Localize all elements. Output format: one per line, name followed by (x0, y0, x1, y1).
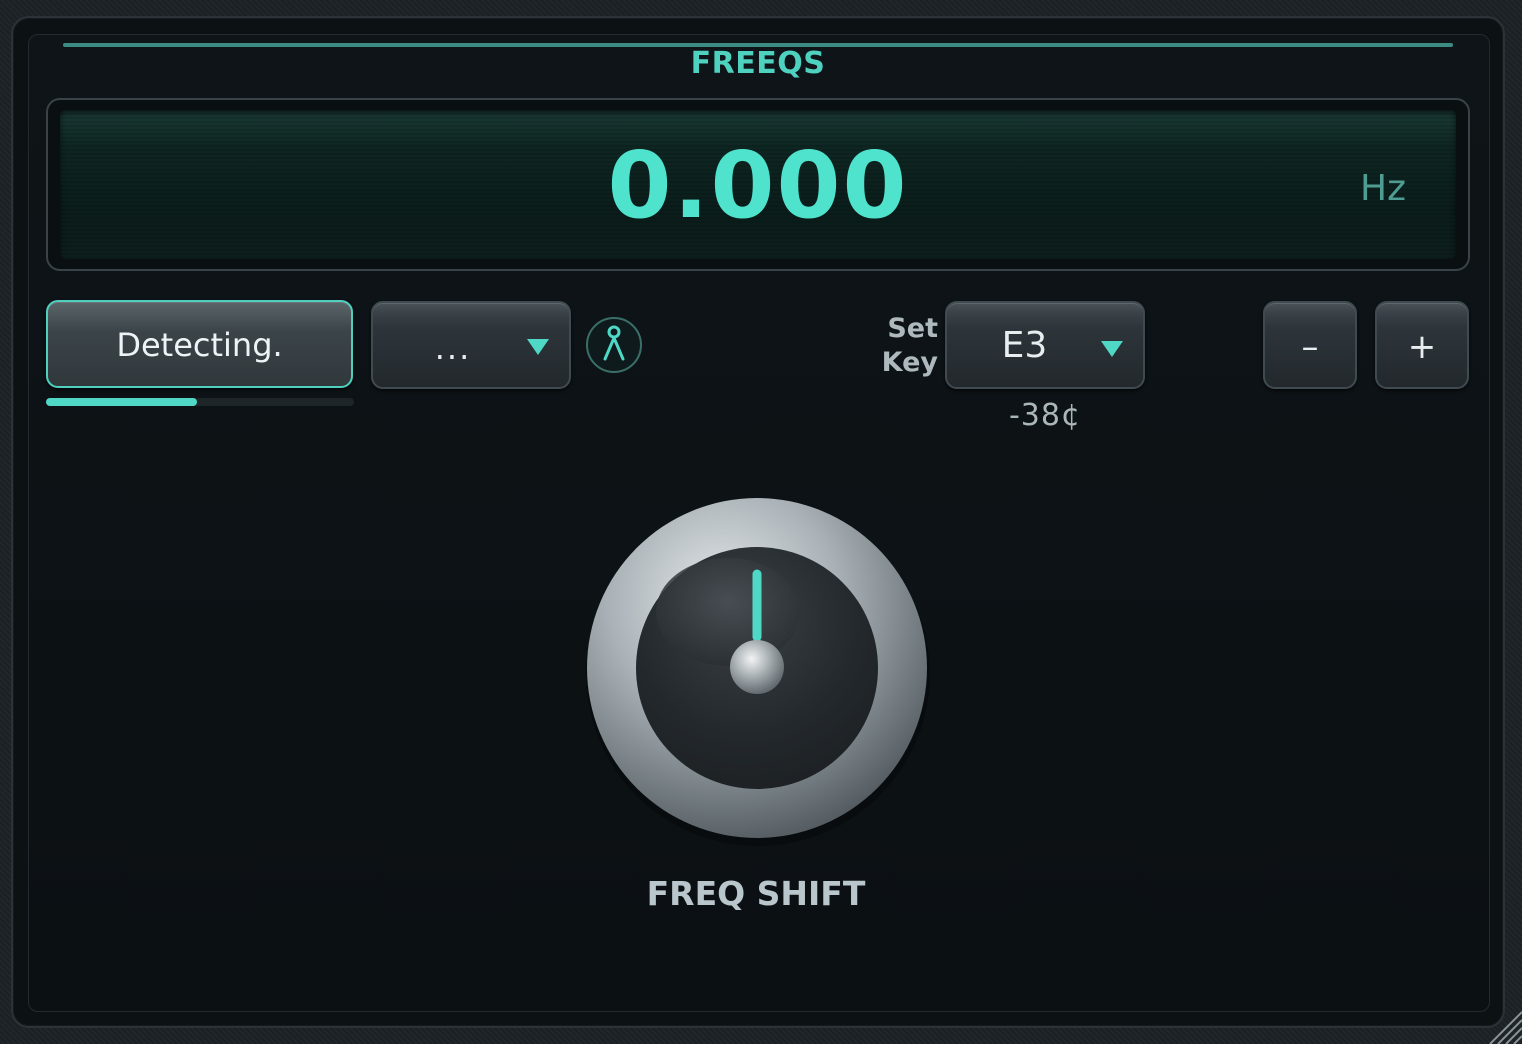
cents-readout: -38¢ (1008, 398, 1082, 433)
resize-grip-icon[interactable] (1482, 1004, 1522, 1044)
mode-dropdown-value: ... (434, 329, 472, 367)
plus-label: + (1407, 327, 1437, 367)
minus-label: – (1301, 327, 1319, 367)
chevron-down-icon (1101, 341, 1123, 357)
freq-shift-label: FREQ SHIFT (646, 874, 866, 913)
freq-shift-knob[interactable] (580, 492, 936, 848)
key-dropdown-value: E3 (1001, 325, 1048, 366)
frequency-value[interactable]: 0.000 (60, 132, 1456, 239)
chevron-down-icon (527, 339, 549, 355)
detect-button-label: Detecting. (116, 326, 283, 364)
detect-progress-bar (46, 398, 354, 406)
plugin-title: FREEQS (690, 46, 826, 81)
plugin-window: FREEQS 0.000 Hz Detecting. ... Set Key E… (0, 0, 1522, 1044)
decrement-button[interactable]: – (1263, 301, 1357, 389)
frequency-unit: Hz (1360, 168, 1406, 209)
knob-highlight (656, 558, 800, 666)
frequency-display-screen: 0.000 Hz (60, 110, 1456, 259)
detect-button[interactable]: Detecting. (46, 300, 353, 388)
increment-button[interactable]: + (1375, 301, 1469, 389)
knob-center-cap (730, 640, 784, 694)
frequency-display: 0.000 Hz (46, 98, 1470, 271)
detect-progress-fill (46, 398, 197, 406)
mode-dropdown[interactable]: ... (371, 301, 571, 389)
set-key-label: Set Key (881, 313, 938, 378)
person-icon[interactable] (586, 317, 642, 373)
key-dropdown[interactable]: E3 (945, 301, 1145, 389)
